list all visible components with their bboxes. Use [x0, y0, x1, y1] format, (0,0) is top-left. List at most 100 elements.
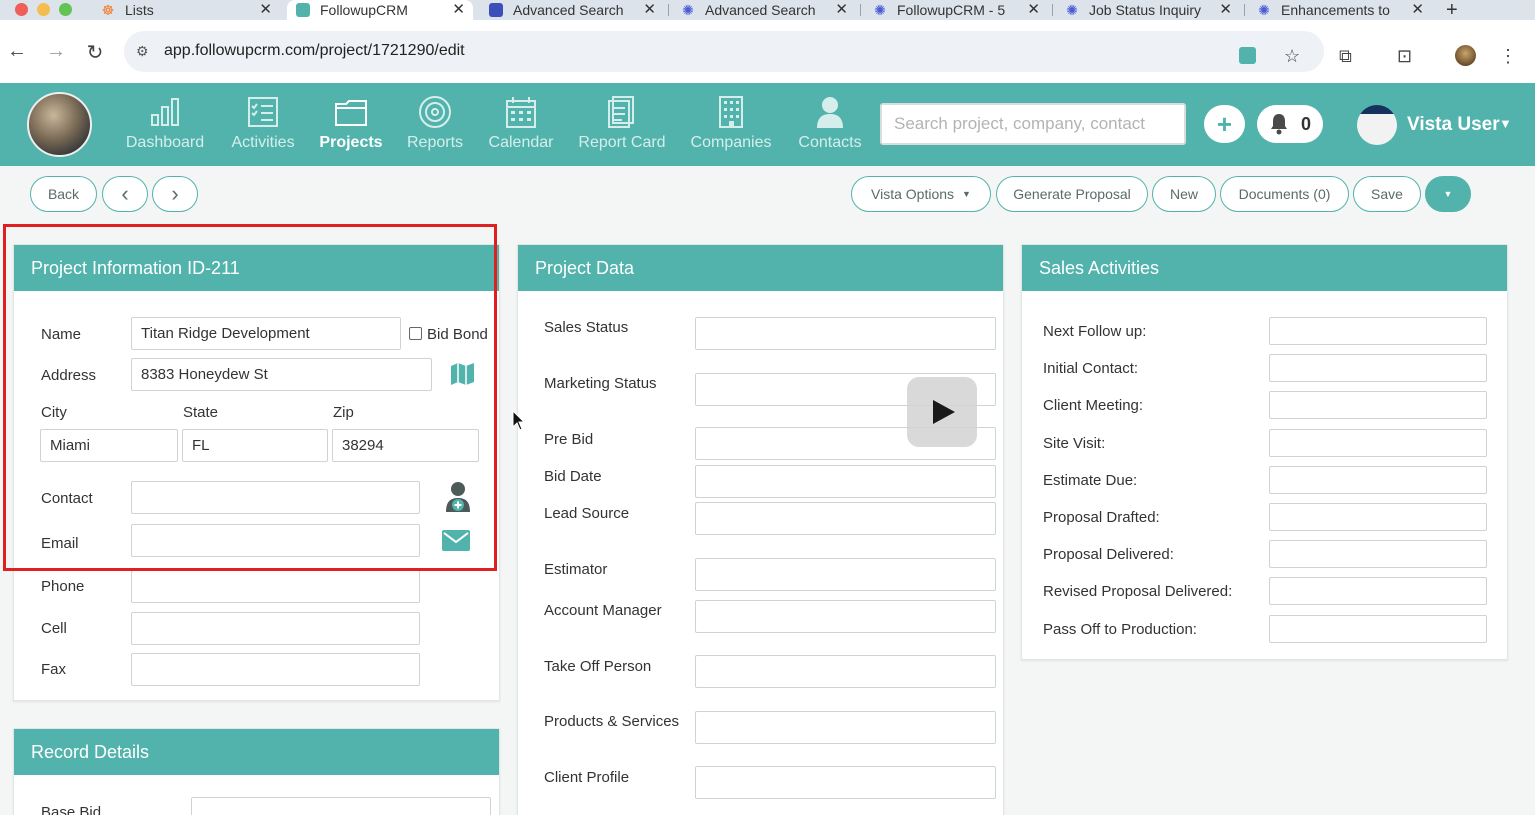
notifications-button[interactable]: 0 — [1257, 105, 1323, 143]
nav-reports[interactable]: Reports — [390, 95, 480, 152]
nav-dashboard[interactable]: Dashboard — [120, 95, 210, 152]
estimator-field[interactable] — [695, 558, 996, 591]
bookmark-star-icon[interactable]: ☆ — [1284, 46, 1300, 67]
browser-tab[interactable]: ✺ Job Status Inquiry ✕ — [1064, 0, 1240, 20]
revised-proposal-delivered-field[interactable] — [1269, 577, 1487, 605]
account-manager-field[interactable] — [695, 600, 996, 633]
nav-label: Projects — [319, 134, 383, 151]
take-off-person-field[interactable] — [695, 655, 996, 688]
browser-menu-icon[interactable]: ⋮ — [1499, 46, 1517, 67]
site-settings-icon[interactable]: ⚙ — [136, 43, 149, 60]
back-arrow-icon[interactable]: ← — [5, 40, 29, 63]
close-icon[interactable]: ✕ — [1027, 0, 1040, 20]
contact-field[interactable] — [131, 481, 420, 514]
search-input[interactable] — [882, 105, 1184, 143]
nav-projects[interactable]: Projects — [306, 95, 396, 152]
proposal-drafted-field[interactable] — [1269, 503, 1487, 531]
next-record-button[interactable]: › — [152, 176, 198, 212]
previous-record-button[interactable]: ‹ — [102, 176, 148, 212]
close-icon[interactable]: ✕ — [259, 0, 272, 20]
nav-companies[interactable]: Companies — [686, 95, 776, 152]
company-logo[interactable] — [27, 92, 92, 157]
cell-field[interactable] — [131, 612, 420, 645]
close-icon[interactable]: ✕ — [835, 0, 848, 20]
user-avatar[interactable] — [1357, 105, 1397, 145]
nav-calendar[interactable]: Calendar — [476, 95, 566, 152]
vista-options-button[interactable]: Vista Options ▼ — [851, 176, 991, 212]
city-field[interactable]: Miami — [40, 429, 178, 462]
generate-proposal-button[interactable]: Generate Proposal — [996, 176, 1148, 212]
browser-tab[interactable]: ✺ Advanced Search ✕ — [680, 0, 856, 20]
client-profile-field[interactable] — [695, 766, 996, 799]
estimate-due-field[interactable] — [1269, 466, 1487, 494]
state-field[interactable]: FL — [182, 429, 328, 462]
add-contact-icon[interactable] — [444, 481, 472, 513]
nav-report-card[interactable]: Report Card — [572, 95, 672, 152]
name-label: Name — [41, 326, 82, 343]
nav-activities[interactable]: Activities — [218, 95, 308, 152]
global-search[interactable] — [880, 103, 1186, 145]
nav-contacts[interactable]: Contacts — [785, 95, 875, 152]
lead-source-field[interactable] — [695, 502, 996, 535]
cell-label: Cell — [41, 620, 67, 637]
client-meeting-field[interactable] — [1269, 391, 1487, 419]
name-field[interactable]: Titan Ridge Development — [131, 317, 401, 350]
proposal-drafted-label: Proposal Drafted: — [1043, 509, 1160, 526]
back-button[interactable]: Back — [30, 176, 97, 212]
bid-date-field[interactable] — [695, 465, 996, 498]
extensions-puzzle-icon[interactable]: ⧉ — [1339, 46, 1352, 67]
address-field[interactable]: 8383 Honeydew St — [131, 358, 432, 391]
browser-tab-active[interactable]: FollowupCRM ✕ — [287, 0, 473, 20]
site-visit-field[interactable] — [1269, 429, 1487, 457]
tab-search-icon[interactable]: ⊡ — [1397, 46, 1412, 67]
nav-label: Calendar — [488, 134, 554, 151]
proposal-delivered-field[interactable] — [1269, 540, 1487, 568]
new-button[interactable]: New — [1152, 176, 1216, 212]
products-services-field[interactable] — [695, 711, 996, 744]
sales-status-label: Sales Status — [544, 319, 629, 336]
profile-avatar[interactable] — [1455, 45, 1476, 66]
sales-status-field[interactable] — [695, 317, 996, 350]
zip-field[interactable]: 38294 — [332, 429, 479, 462]
close-icon[interactable]: ✕ — [452, 0, 465, 20]
video-play-button[interactable] — [907, 377, 977, 447]
base-bid-field[interactable] — [191, 797, 491, 815]
pass-off-to-production-field[interactable] — [1269, 615, 1487, 643]
reload-icon[interactable]: ↻ — [83, 40, 107, 65]
phone-field[interactable] — [131, 570, 420, 603]
close-icon[interactable]: ✕ — [1219, 0, 1232, 20]
fax-field[interactable] — [131, 653, 420, 686]
next-follow-up-field[interactable] — [1269, 317, 1487, 345]
window-maximize-button[interactable] — [59, 3, 72, 16]
caret-down-icon: ▼ — [1443, 189, 1453, 199]
documents-button[interactable]: Documents (0) — [1220, 176, 1349, 212]
window-close-button[interactable] — [15, 3, 28, 16]
new-tab-button[interactable]: + — [1446, 0, 1458, 22]
close-icon[interactable]: ✕ — [1411, 0, 1424, 20]
browser-tab[interactable]: Advanced Search ✕ — [488, 0, 664, 20]
send-email-icon[interactable] — [442, 530, 470, 551]
forward-arrow-icon[interactable]: → — [44, 40, 68, 63]
panel-title: Project Information ID-211 — [14, 245, 499, 291]
pass-off-to-production-label: Pass Off to Production: — [1043, 621, 1197, 638]
initial-contact-field[interactable] — [1269, 354, 1487, 382]
user-name[interactable]: Vista User — [1407, 114, 1500, 136]
browser-tab[interactable]: ✺ Enhancements to ✕ — [1256, 0, 1432, 20]
play-icon — [933, 400, 955, 424]
email-field[interactable] — [131, 524, 420, 557]
browser-tab[interactable]: ✺ FollowupCRM - 5 ✕ — [872, 0, 1048, 20]
save-button[interactable]: Save — [1353, 176, 1421, 212]
bid-bond-checkbox[interactable] — [409, 327, 422, 340]
extension-followupcrm-icon[interactable] — [1239, 47, 1256, 64]
map-icon[interactable] — [450, 362, 475, 386]
more-actions-button[interactable]: ▼ — [1425, 176, 1471, 212]
window-minimize-button[interactable] — [37, 3, 50, 16]
close-icon[interactable]: ✕ — [643, 0, 656, 20]
chevron-right-icon: › — [171, 181, 179, 206]
quick-add-button[interactable]: + — [1204, 105, 1245, 143]
browser-tab[interactable]: ☸ Lists ✕ — [100, 0, 280, 20]
url-text[interactable]: app.followupcrm.com/project/1721290/edit — [164, 42, 465, 60]
city-label: City — [41, 404, 67, 421]
url-bar[interactable]: ⚙ app.followupcrm.com/project/1721290/ed… — [124, 31, 1324, 72]
chevron-down-icon[interactable]: ▼ — [1499, 116, 1512, 131]
